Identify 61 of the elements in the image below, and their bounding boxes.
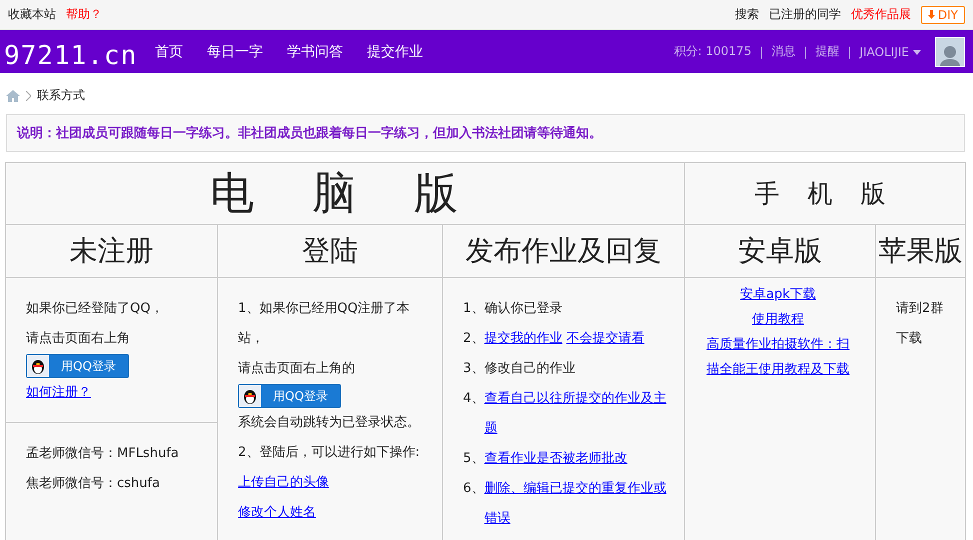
site-logo[interactable]: 97211.cn [4,32,138,70]
version-heading: 手 机 版 [684,162,966,224]
body-text: 如果你已经登陆了QQ， [26,300,164,318]
link[interactable]: 查看作业是否被老师批改 [484,444,628,474]
top-link[interactable]: 搜索 [734,6,759,23]
body-text: 请到2群下载 [896,300,944,348]
version-heading: 电 脑 版 [6,162,685,224]
score-text: 积分: 100175 [674,43,752,60]
chevron-icon [26,90,31,100]
body-text: 6、 [463,480,484,498]
separator: | [848,44,852,58]
body-text: 2、 [463,330,484,348]
link[interactable]: 如何注册？ [26,378,91,408]
nav-item[interactable]: 提交作业 [367,42,424,60]
qq-login-button[interactable]: 用QQ登录 [238,384,341,408]
body-text: 请点击页面右上角的 [238,360,355,378]
caret-icon [913,50,921,55]
qq-login-button[interactable]: 用QQ登录 [26,354,129,378]
nav-link[interactable]: 消息 [772,43,796,60]
top-link[interactable]: 帮助？ [66,6,102,23]
body-text: 焦老师微信号：cshufa [26,475,160,493]
nav-link[interactable]: 提醒 [816,43,840,60]
nav-item[interactable]: 首页 [155,42,184,60]
link[interactable]: 修改个人姓名 [238,498,316,528]
download-arrow-icon [928,10,935,18]
link[interactable]: 不会提交请看 [566,324,644,354]
body-text: 1、如果你已经用QQ注册了本站， [238,300,411,348]
column-heading: 安卓版 [684,224,876,278]
separator: | [759,44,764,58]
penguin-icon [242,387,258,405]
nav-item[interactable]: 学书问答 [287,42,344,60]
penguin-icon [30,357,46,375]
body-text: 4、 [463,390,484,408]
breadcrumb-current: 联系方式 [37,87,85,104]
body-text: 5、 [463,450,484,468]
user-menu[interactable]: JIAOLIJIE [860,44,921,58]
link[interactable]: 上传自己的头像 [238,468,329,498]
column-heading: 苹果版 [876,224,966,278]
body-text: 2、登陆后，可以进行如下操作: [238,444,420,462]
column-heading: 登陆 [218,224,442,278]
avatar[interactable] [935,36,965,66]
body-text: 系统会自动跳转为已登录状态。 [238,414,420,432]
body-text: 请点击页面右上角 [26,330,130,348]
link[interactable]: 查看自己以往所提交的作业及主题 [484,384,668,444]
body-text: 3、修改自己的作业 [463,360,576,378]
top-link[interactable]: 优秀作品展 [850,6,911,23]
link[interactable]: 提交我的作业 [484,324,562,354]
body-text: 1、确认你已登录 [463,300,562,318]
link[interactable]: 安卓apk下载 [740,282,816,307]
separator: | [804,44,808,58]
link[interactable]: 删除、编辑已提交的重复作业或错误 [484,474,668,534]
top-link[interactable]: 已注册的同学 [768,6,841,23]
top-link[interactable]: 收藏本站 [8,6,56,23]
nav-item[interactable]: 每日一字 [207,42,264,60]
home-icon[interactable] [6,90,20,102]
body-text: 孟老师微信号：MFLshufa [26,445,179,463]
link[interactable]: 使用教程 [752,307,804,332]
notice-text: 说明：社团成员可跟随每日一字练习。非社团成员也跟着每日一字练习，但加入书法社团请等待通知。 [6,114,965,152]
link[interactable]: 高质量作业拍摄软件：扫描全能王使用教程及下载 [701,332,856,382]
column-heading: 发布作业及回复 [442,224,685,278]
column-heading: 未注册 [6,224,218,278]
